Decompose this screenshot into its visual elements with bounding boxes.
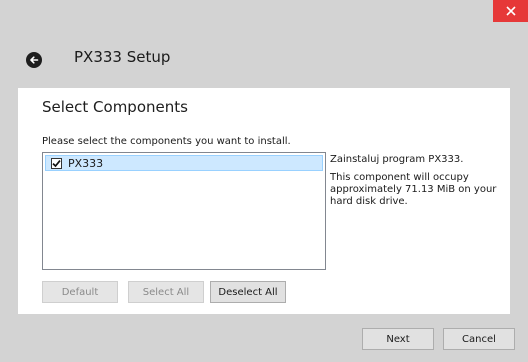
- component-label: PX333: [68, 156, 104, 170]
- deselect-all-button[interactable]: Deselect All: [210, 281, 286, 303]
- component-checkbox[interactable]: [51, 157, 62, 169]
- description-line1: Zainstaluj program PX333.: [330, 154, 464, 165]
- content-panel: Select Components Please select the comp…: [18, 88, 510, 314]
- close-icon: [505, 6, 516, 16]
- window-title: PX333 Setup: [74, 48, 171, 66]
- description-line2: This component will occupy approximately…: [330, 172, 497, 207]
- next-button[interactable]: Next: [362, 328, 434, 350]
- back-arrow-icon: [30, 56, 39, 64]
- page-heading: Select Components: [42, 98, 188, 116]
- back-button[interactable]: [26, 52, 42, 68]
- checkmark-icon: [52, 159, 61, 167]
- title-bar: [0, 0, 528, 30]
- setup-window: PX333 Setup Select Components Please sel…: [0, 0, 528, 362]
- component-item-px333[interactable]: PX333: [45, 155, 323, 171]
- components-list[interactable]: PX333: [42, 152, 326, 270]
- default-button[interactable]: Default: [42, 281, 118, 303]
- component-description: Zainstaluj program PX333. This component…: [330, 154, 502, 214]
- select-all-button[interactable]: Select All: [128, 281, 204, 303]
- close-button[interactable]: [493, 0, 528, 22]
- cancel-button[interactable]: Cancel: [443, 328, 515, 350]
- footer: Next Cancel: [0, 314, 528, 362]
- header: PX333 Setup: [0, 30, 528, 88]
- instruction-text: Please select the components you want to…: [42, 136, 291, 147]
